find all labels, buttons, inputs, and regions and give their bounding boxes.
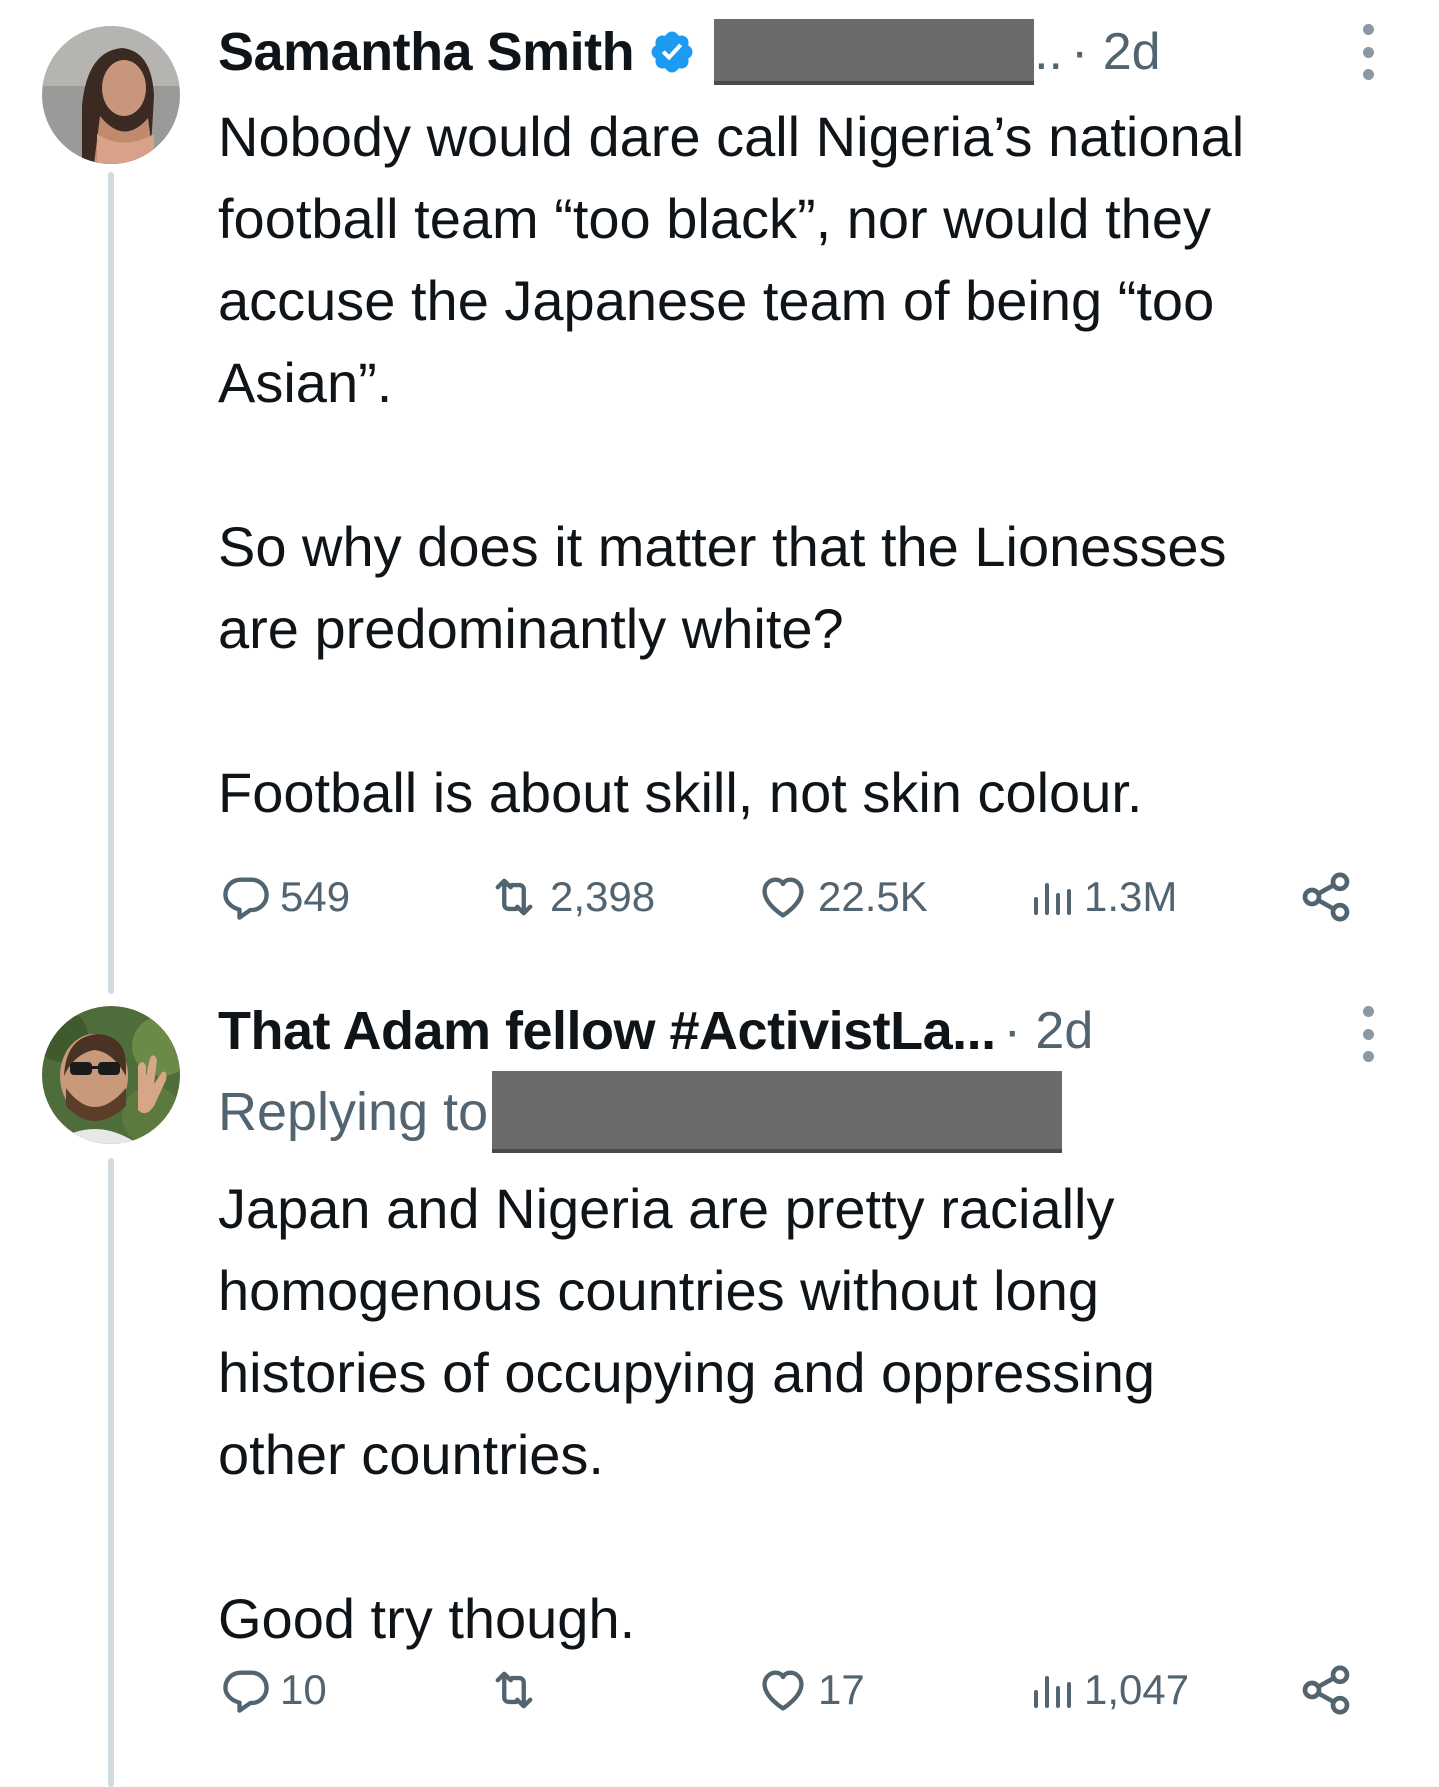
tweet-actions: 549 2,398 22.5K 1.3M (218, 862, 1378, 932)
tweet-adam-reply[interactable]: That Adam fellow #ActivistLa... · 2d Rep… (0, 990, 1439, 1787)
more-dots-icon[interactable] (1358, 24, 1378, 80)
tweet-text: Japan and Nigeria are pretty racially ho… (218, 1177, 1156, 1650)
views-button[interactable]: 1.3M (1028, 862, 1177, 932)
like-button[interactable]: 17 (756, 1655, 865, 1725)
avatar-samantha-smith[interactable] (42, 26, 180, 164)
avatar-adam[interactable] (42, 1006, 180, 1144)
verified-badge-icon (648, 28, 696, 76)
replying-to: Replying to (218, 1071, 1378, 1153)
reply-count: 10 (280, 1666, 327, 1713)
retweet-button[interactable]: 2,398 (486, 862, 655, 932)
tweet-samantha-smith[interactable]: Samantha Smith .. · 2d Nobody would dare… (0, 0, 1439, 994)
redacted-handle (714, 19, 1035, 85)
retweet-count: 2,398 (550, 873, 656, 920)
redacted-reply-handle[interactable] (492, 1071, 1063, 1153)
tweet-actions: 10 17 1,047 (218, 1655, 1378, 1725)
views-icon (1034, 883, 1071, 915)
thread-line (108, 172, 114, 994)
share-button[interactable] (1298, 1655, 1354, 1725)
views-count: 1.3M (1084, 873, 1178, 920)
share-icon (1302, 1665, 1350, 1715)
reply-count: 549 (280, 873, 351, 920)
tweet-header: That Adam fellow #ActivistLa... · 2d (218, 990, 1378, 1072)
author-name[interactable]: Samantha Smith (218, 21, 635, 83)
reply-button[interactable]: 10 (220, 1655, 327, 1725)
tweet-timestamp[interactable]: · 2d (1071, 22, 1161, 82)
like-count: 17 (818, 1666, 865, 1713)
views-count: 1,047 (1084, 1666, 1190, 1713)
reply-button[interactable]: 549 (220, 862, 350, 932)
retweet-icon (495, 878, 533, 916)
views-button[interactable]: 1,047 (1028, 1655, 1189, 1725)
share-button[interactable] (1298, 862, 1354, 932)
reply-icon (223, 1670, 269, 1713)
replying-to-label: Replying to (218, 1082, 489, 1142)
like-count: 22.5K (818, 873, 928, 920)
tweet-header: Samantha Smith .. · 2d (218, 18, 1378, 86)
tweet-text: Nobody would dare call Nigeria’s nationa… (218, 105, 1245, 824)
heart-icon (762, 877, 804, 918)
like-button[interactable]: 22.5K (756, 862, 928, 932)
share-icon (1302, 872, 1350, 922)
retweet-icon (495, 1671, 533, 1709)
retweet-button[interactable] (486, 1655, 550, 1725)
thread-line (108, 1158, 114, 1787)
more-dots-icon[interactable] (1358, 1006, 1378, 1062)
tweet-timestamp[interactable]: · 2d (1004, 1001, 1094, 1061)
heart-icon (762, 1670, 804, 1711)
tweet-content: That Adam fellow #ActivistLa... · 2d Rep… (218, 990, 1378, 1660)
tweet-content: Samantha Smith .. · 2d Nobody would dare… (218, 18, 1378, 834)
reply-icon (223, 877, 269, 920)
handle-tail: .. (1034, 23, 1063, 81)
views-icon (1034, 1676, 1071, 1708)
author-name[interactable]: That Adam fellow #ActivistLa... (218, 1000, 996, 1062)
